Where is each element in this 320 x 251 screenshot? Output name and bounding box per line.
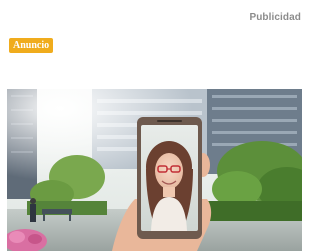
ad-card[interactable]: Publicidad Anuncio (0, 0, 302, 251)
ad-image[interactable] (7, 89, 302, 251)
publicidad-label: Publicidad (249, 12, 301, 23)
anuncio-badge: Anuncio (9, 38, 54, 53)
